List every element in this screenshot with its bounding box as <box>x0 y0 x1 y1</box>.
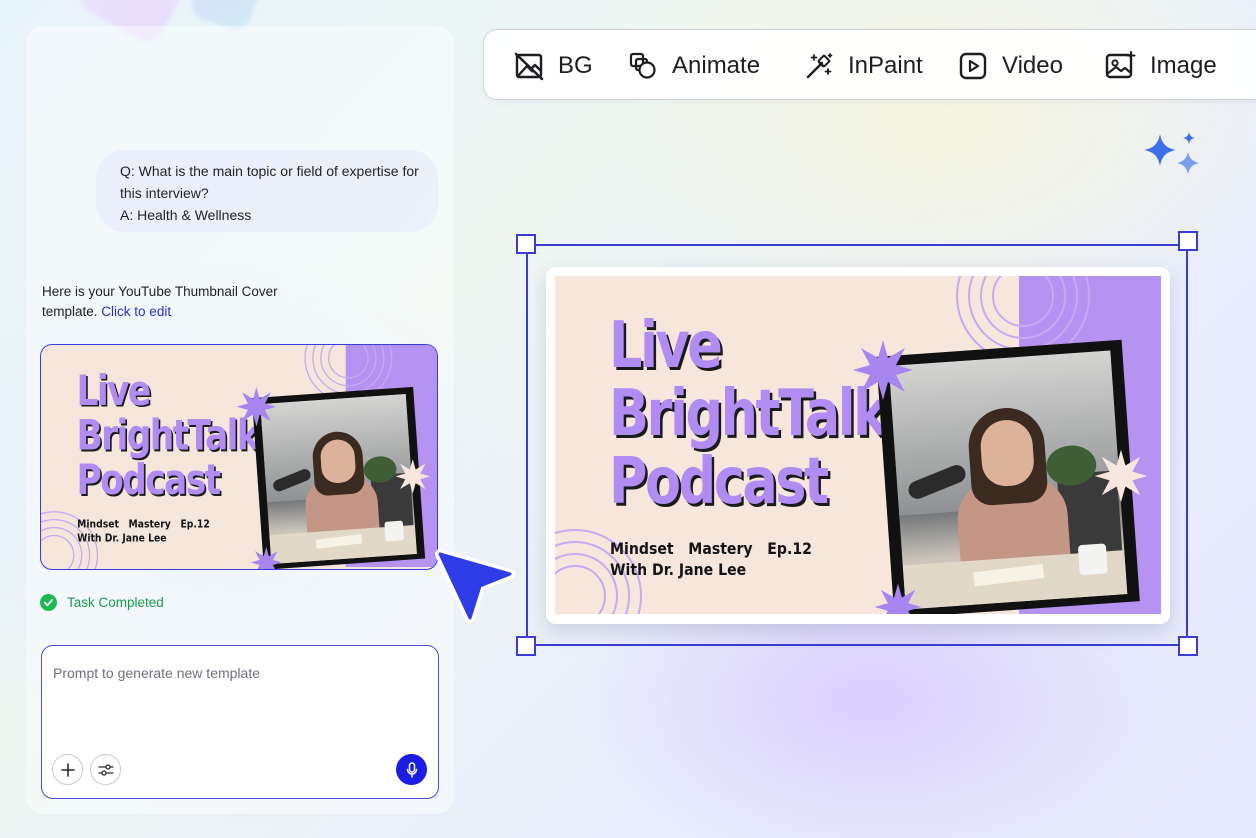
sliders-icon <box>97 763 114 776</box>
thumbnail-subtitle: Mindset Mastery Ep.12 With Dr. Jane Lee <box>610 538 812 580</box>
image-icon <box>1105 50 1136 78</box>
thumbnail-design: Live BrightTalk Podcast Mindset Mastery … <box>555 276 1161 614</box>
animate-tool-button[interactable]: Animate <box>628 30 760 101</box>
video-tool-label: Video <box>1002 51 1063 79</box>
remove-bg-icon <box>514 52 544 80</box>
starburst-icon <box>853 340 913 400</box>
video-tool-button[interactable]: Video <box>958 30 1063 101</box>
title-line: BrightTalk <box>609 377 888 451</box>
inpaint-tool-button[interactable]: InPaint <box>804 30 923 101</box>
cursor-pointer-icon <box>435 549 515 623</box>
bg-tool-button[interactable]: BG <box>514 30 593 101</box>
task-status: Task Completed <box>40 592 164 612</box>
thumbnail-preview-small[interactable]: Live BrightTalk Podcast Mindset Mastery … <box>40 344 438 570</box>
resize-handle-top-left[interactable] <box>516 234 536 254</box>
starburst-icon <box>1094 449 1148 503</box>
add-button[interactable] <box>52 754 83 785</box>
starburst-icon <box>874 583 922 614</box>
status-text: Task Completed <box>67 594 164 610</box>
thumbnail-title: Live BrightTalk Podcast <box>76 366 259 505</box>
title-line: Podcast <box>609 445 829 519</box>
subtitle-line: With Dr. Jane Lee <box>610 560 747 579</box>
resize-handle-bottom-right[interactable] <box>1178 636 1198 656</box>
subtitle-line: Mindset Mastery Ep.12 <box>610 539 812 558</box>
subtitle-line: Mindset Mastery Ep.12 <box>77 517 210 531</box>
resize-handle-bottom-left[interactable] <box>516 636 536 656</box>
title-line: Live <box>609 309 723 383</box>
title-line: Live <box>76 366 151 416</box>
magic-wand-icon <box>806 52 833 78</box>
starburst-icon <box>236 387 277 427</box>
starburst-icon <box>395 459 430 494</box>
plus-icon <box>60 762 75 777</box>
question-text: Q: What is the main topic or field of ex… <box>120 163 419 201</box>
settings-button[interactable] <box>90 754 121 785</box>
sparkles-icon <box>1144 132 1199 174</box>
animate-icon <box>629 52 656 79</box>
thumbnail-preview-large[interactable]: Live BrightTalk Podcast Mindset Mastery … <box>555 276 1161 614</box>
host-photo <box>888 350 1128 610</box>
toolbar: BG Animate InPaint Video Image <box>483 29 1256 100</box>
inpaint-tool-label: InPaint <box>848 51 923 79</box>
starburst-icon <box>250 547 282 569</box>
check-circle-icon <box>40 593 57 611</box>
prompt-box[interactable]: Prompt to generate new template <box>41 645 439 799</box>
thumbnail-subtitle: Mindset Mastery Ep.12 With Dr. Jane Lee <box>77 517 210 545</box>
title-line: BrightTalk <box>76 411 259 460</box>
thumbnail-title: Live BrightTalk Podcast <box>609 309 888 519</box>
microphone-icon <box>406 761 417 778</box>
answer-text: A: Health & Wellness <box>120 207 252 223</box>
assistant-reply: Here is your YouTube Thumbnail Cover tem… <box>42 282 302 322</box>
resize-handle-top-right[interactable] <box>1178 231 1198 251</box>
question-bubble: Q: What is the main topic or field of ex… <box>96 150 438 232</box>
microphone-button[interactable] <box>396 754 427 785</box>
bg-tool-label: BG <box>558 51 593 79</box>
prompt-input[interactable]: Prompt to generate new template <box>53 665 260 681</box>
image-tool-button[interactable]: Image <box>1104 30 1217 101</box>
thumbnail-design: Live BrightTalk Podcast Mindset Mastery … <box>41 345 437 569</box>
animate-tool-label: Animate <box>672 51 761 79</box>
click-to-edit-link[interactable]: Click to edit <box>101 304 171 319</box>
canvas-card[interactable]: Live BrightTalk Podcast Mindset Mastery … <box>546 267 1170 624</box>
title-line: Podcast <box>76 455 221 505</box>
subtitle-line: With Dr. Jane Lee <box>77 531 167 545</box>
video-icon <box>959 52 987 79</box>
image-tool-label: Image <box>1150 51 1217 79</box>
